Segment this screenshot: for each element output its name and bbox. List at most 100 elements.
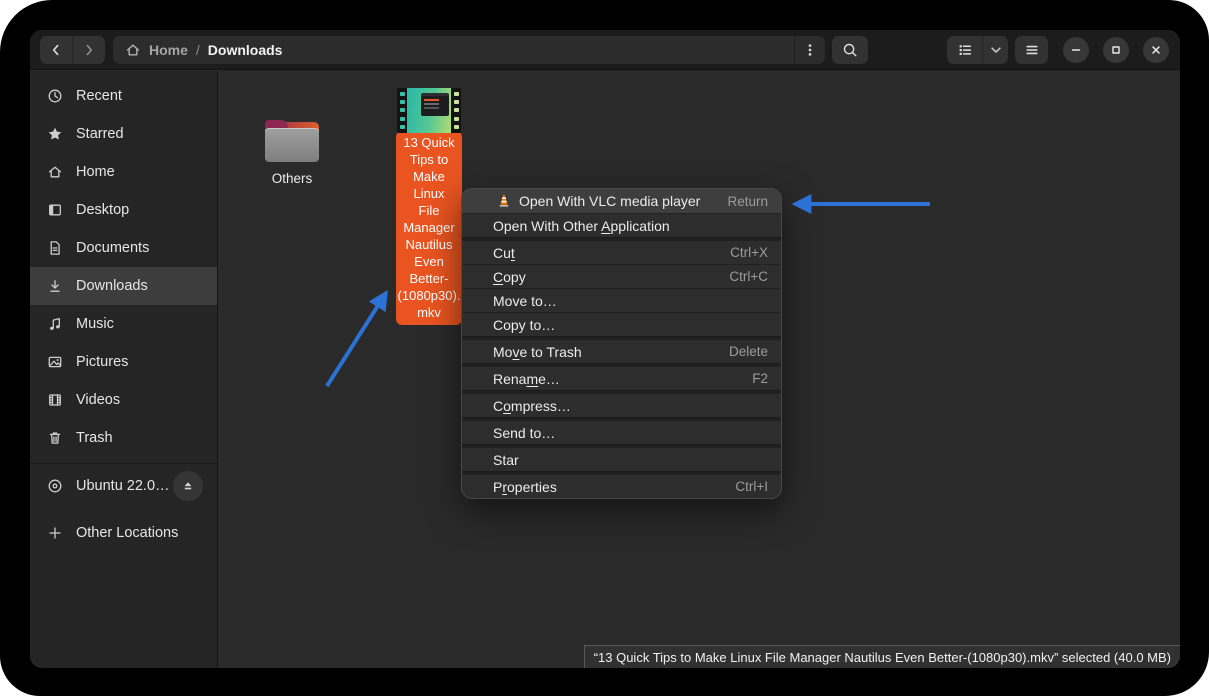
sidebar-item-music[interactable]: Music	[30, 305, 217, 343]
menu-item-copy-to[interactable]: Copy to…	[462, 312, 781, 336]
nautilus-window: Home / Downloads Recent Starred Home Deskto…	[30, 30, 1180, 668]
home-icon	[47, 164, 63, 180]
sidebar-item-label: Videos	[76, 392, 120, 408]
trash-icon	[47, 430, 63, 446]
sidebar-item-label: Pictures	[76, 354, 128, 370]
eject-button[interactable]	[173, 471, 203, 501]
menu-item-accelerator: Ctrl+X	[716, 245, 768, 260]
search-button[interactable]	[832, 36, 868, 64]
menu-item-label: Cut	[493, 245, 515, 261]
context-menu: Open With VLC media playerReturnOpen Wit…	[461, 188, 782, 499]
sidebar-item-downloads[interactable]: Downloads	[30, 267, 217, 305]
desktop-icon	[47, 202, 63, 218]
minimize-icon	[1068, 42, 1084, 58]
menu-item-accelerator: F2	[738, 371, 768, 386]
search-icon	[842, 42, 858, 58]
sidebar-item-label: Starred	[76, 126, 124, 142]
menu-item-label: Properties	[493, 479, 557, 495]
list-view-button[interactable]	[947, 36, 982, 64]
file-name-line: Nautilus	[396, 236, 462, 253]
file-tile-others[interactable]: Others	[257, 120, 327, 186]
sidebar-item-ubuntu-volume[interactable]: Ubuntu 22.0…	[30, 467, 217, 505]
file-name-line: mkv	[396, 304, 462, 321]
sidebar: Recent Starred Home Desktop DocumentsDownloa…	[30, 71, 218, 668]
menu-item-accelerator: Delete	[715, 344, 768, 359]
menu-item-compress[interactable]: Compress…	[462, 393, 781, 417]
back-button[interactable]	[40, 36, 72, 64]
menu-item-send-to[interactable]: Send to…	[462, 420, 781, 444]
file-name-line: Even	[396, 253, 462, 270]
sidebar-item-label: Desktop	[76, 202, 129, 218]
app-menu-button[interactable]	[1015, 36, 1048, 64]
file-name-line: Tips to	[396, 151, 462, 168]
film-icon	[47, 392, 63, 408]
kebab-icon	[802, 42, 818, 58]
menu-item-star[interactable]: Star	[462, 447, 781, 471]
menu-item-open-with-other-application[interactable]: Open With Other Application	[462, 213, 781, 237]
nav-button-group	[40, 36, 105, 64]
sidebar-item-home[interactable]: Home	[30, 153, 217, 191]
view-options-button[interactable]	[983, 36, 1008, 64]
menu-item-cut[interactable]: Cut Ctrl+X	[462, 240, 781, 264]
sidebar-item-label: Trash	[76, 430, 113, 446]
hamburger-icon	[1024, 42, 1040, 58]
menu-item-label: Open With VLC media player	[519, 193, 700, 209]
menu-item-move-to-trash[interactable]: Move to TrashDelete	[462, 339, 781, 363]
close-icon	[1148, 42, 1164, 58]
sidebar-item-pictures[interactable]: Pictures	[30, 343, 217, 381]
eject-icon	[180, 478, 196, 494]
maximize-button[interactable]	[1103, 37, 1129, 63]
sidebar-item-label: Music	[76, 316, 114, 332]
menu-item-accelerator: Ctrl+I	[721, 479, 768, 494]
sidebar-item-label: Home	[76, 164, 115, 180]
file-name-line: File	[396, 202, 462, 219]
menu-item-label: Rename…	[493, 371, 560, 387]
menu-item-copy[interactable]: CopyCtrl+C	[462, 264, 781, 288]
breadcrumb-current[interactable]: Downloads	[208, 42, 283, 58]
screenshot-stage: Home / Downloads Recent Starred Home Deskto…	[0, 0, 1209, 696]
sidebar-item-trash[interactable]: Trash	[30, 419, 217, 457]
sidebar-item-other-locations[interactable]: Other Locations	[30, 514, 217, 552]
chevron-right-icon	[81, 42, 97, 58]
breadcrumb-home[interactable]: Home	[149, 42, 188, 58]
folder-icon	[265, 120, 319, 162]
file-name-line: 13 Quick	[396, 134, 462, 151]
menu-item-accelerator: Return	[713, 194, 768, 209]
sidebar-item-label: Other Locations	[76, 525, 178, 541]
sidebar-item-documents[interactable]: Documents	[30, 229, 217, 267]
download-icon	[47, 278, 63, 294]
minimize-button[interactable]	[1063, 37, 1089, 63]
menu-item-label: Send to…	[493, 425, 555, 441]
music-icon	[47, 316, 63, 332]
menu-item-accelerator: Ctrl+C	[715, 269, 768, 284]
maximize-icon	[1108, 42, 1124, 58]
sidebar-item-videos[interactable]: Videos	[30, 381, 217, 419]
sidebar-item-recent[interactable]: Recent	[30, 77, 217, 115]
sidebar-item-desktop[interactable]: Desktop	[30, 191, 217, 229]
sidebar-separator	[30, 463, 217, 464]
menu-item-move-to[interactable]: Move to…	[462, 288, 781, 312]
chevron-down-icon	[988, 42, 1004, 58]
disc-icon	[47, 478, 63, 494]
menu-item-open-with-vlc[interactable]: Open With VLC media player Return	[462, 189, 781, 213]
sidebar-item-starred[interactable]: Starred	[30, 115, 217, 153]
forward-button[interactable]	[73, 36, 105, 64]
sidebar-item-label: Ubuntu 22.0…	[76, 478, 170, 494]
file-name-line: Manager	[396, 219, 462, 236]
file-tile-video-selected[interactable]: 13 QuickTips toMake LinuxFileManagerNaut…	[396, 88, 462, 325]
video-thumbnail-icon	[397, 88, 461, 133]
close-button[interactable]	[1143, 37, 1169, 63]
clock-icon	[47, 88, 63, 104]
plus-icon	[47, 525, 63, 541]
view-switcher	[947, 36, 1008, 64]
selected-file-name: 13 QuickTips toMake LinuxFileManagerNaut…	[396, 131, 462, 325]
path-menu-button[interactable]	[794, 36, 825, 64]
sidebar-item-label: Recent	[76, 88, 122, 104]
list-view-icon	[957, 42, 973, 58]
star-icon	[47, 126, 63, 142]
menu-item-label: Compress…	[493, 398, 571, 414]
home-icon	[125, 42, 141, 58]
menu-item-rename[interactable]: Rename… F2	[462, 366, 781, 390]
menu-item-properties[interactable]: Properties Ctrl+I	[462, 474, 781, 498]
breadcrumb-separator: /	[196, 42, 200, 58]
